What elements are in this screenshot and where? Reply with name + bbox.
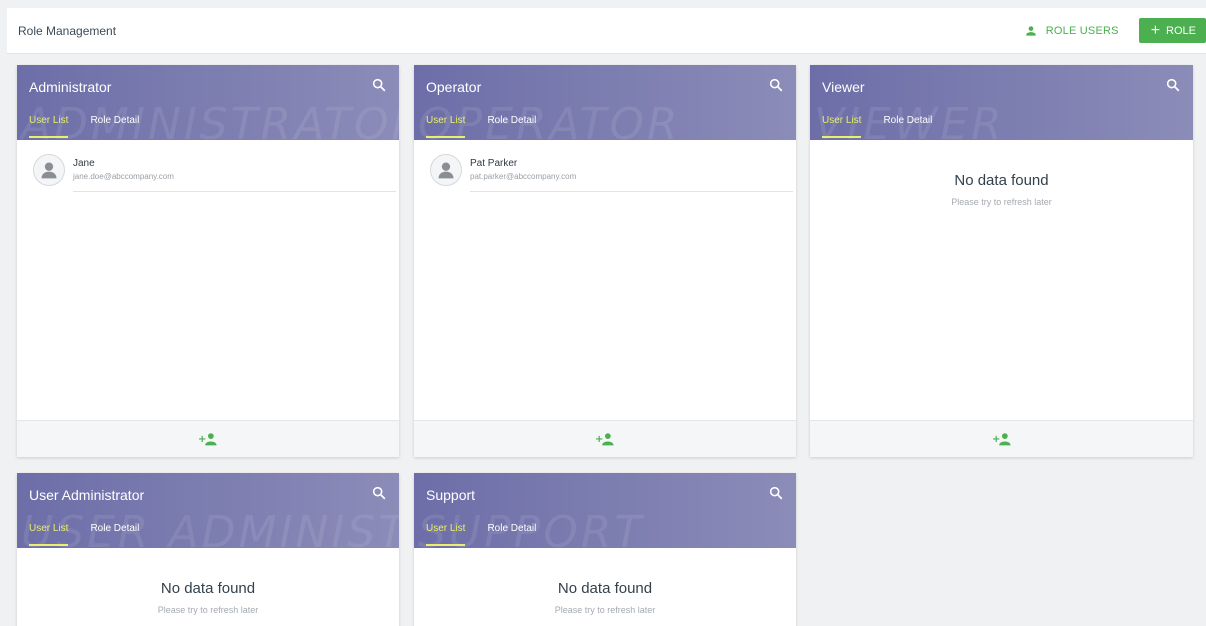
role-users-label: ROLE USERS — [1045, 24, 1119, 37]
role-title: User Administrator — [29, 487, 145, 503]
role-card-support: SUPPORT Support User List Role Detail No… — [414, 473, 796, 626]
role-card-header: ADMINISTRATOR Administrator User List Ro… — [17, 65, 399, 140]
role-tabs: User List Role Detail — [29, 523, 139, 546]
role-users-button[interactable]: ROLE USERS — [1024, 24, 1119, 38]
card-footer: + — [17, 420, 399, 457]
role-title: Administrator — [29, 79, 112, 95]
empty-title: No data found — [557, 580, 653, 597]
plus-icon: + — [1150, 21, 1161, 39]
divider — [470, 191, 793, 192]
tab-user-list[interactable]: User List — [426, 115, 466, 138]
empty-subtitle: Please try to refresh later — [157, 605, 259, 615]
role-card-header: USER ADMINISTRATOR User Administrator Us… — [17, 473, 399, 548]
role-card-header: SUPPORT Support User List Role Detail — [414, 473, 796, 548]
header-actions: ROLE USERS + ROLE — [1024, 8, 1206, 53]
role-tabs: User List Role Detail — [29, 115, 139, 138]
role-card-user-administrator: USER ADMINISTRATOR User Administrator Us… — [17, 473, 399, 626]
card-footer: + — [414, 420, 796, 457]
role-title: Operator — [426, 79, 482, 95]
person-add-icon[interactable]: + — [595, 432, 615, 446]
search-icon[interactable] — [768, 77, 784, 93]
empty-subtitle: Please try to refresh later — [951, 197, 1052, 207]
svg-text:+: + — [595, 434, 603, 445]
user-list-item[interactable]: Pat Parker pat.parker@abccompany.com — [414, 140, 796, 192]
card-footer: + — [810, 420, 1193, 457]
search-icon[interactable] — [768, 485, 784, 501]
role-card-viewer: VIEWER Viewer User List Role Detail No d… — [810, 65, 1193, 457]
user-name: Pat Parker — [470, 158, 518, 169]
role-card-operator: OPERATOR Operator User List Role Detail … — [414, 65, 796, 457]
role-title: Viewer — [822, 79, 865, 95]
search-icon[interactable] — [1165, 77, 1181, 93]
top-bar: Role Management ROLE USERS + ROLE — [7, 8, 1206, 54]
person-add-icon[interactable]: + — [198, 432, 218, 446]
user-info: Pat Parker pat.parker@abccompany.com — [470, 158, 576, 181]
user-email: jane.doe@abccompany.com — [73, 172, 174, 181]
role-title: Support — [426, 487, 476, 503]
svg-text:+: + — [198, 434, 206, 445]
role-card-header: OPERATOR Operator User List Role Detail — [414, 65, 796, 140]
avatar-placeholder-icon — [430, 154, 462, 186]
user-list-item[interactable]: Jane jane.doe@abccompany.com — [17, 140, 399, 192]
tab-role-detail[interactable]: Role Detail — [90, 115, 139, 138]
role-card-header: VIEWER Viewer User List Role Detail — [810, 65, 1193, 140]
tab-user-list[interactable]: User List — [29, 115, 69, 138]
empty-subtitle: Please try to refresh later — [554, 605, 656, 615]
person-add-icon[interactable]: + — [992, 432, 1012, 446]
tab-role-detail[interactable]: Role Detail — [487, 523, 536, 546]
tab-user-list[interactable]: User List — [822, 115, 862, 138]
search-icon[interactable] — [371, 77, 387, 93]
role-card-administrator: ADMINISTRATOR Administrator User List Ro… — [17, 65, 399, 457]
tab-user-list[interactable]: User List — [29, 523, 69, 546]
page-title: Role Management — [18, 23, 117, 38]
add-role-label: ROLE — [1166, 24, 1196, 37]
empty-title: No data found — [954, 172, 1049, 189]
user-email: pat.parker@abccompany.com — [470, 172, 577, 181]
role-tabs: User List Role Detail — [426, 115, 536, 138]
avatar-placeholder-icon — [33, 154, 65, 186]
tab-user-list[interactable]: User List — [426, 523, 466, 546]
tab-role-detail[interactable]: Role Detail — [487, 115, 536, 138]
empty-state: No data found Please try to refresh late… — [17, 548, 399, 615]
divider — [73, 191, 396, 192]
empty-title: No data found — [160, 580, 256, 597]
user-info: Jane jane.doe@abccompany.com — [73, 158, 174, 181]
add-role-button[interactable]: + ROLE — [1138, 18, 1206, 43]
empty-state: No data found Please try to refresh late… — [810, 140, 1193, 207]
user-name: Jane — [73, 158, 95, 169]
tab-role-detail[interactable]: Role Detail — [90, 523, 139, 546]
role-tabs: User List Role Detail — [426, 523, 536, 546]
role-tabs: User List Role Detail — [822, 115, 932, 138]
empty-state: No data found Please try to refresh late… — [414, 548, 796, 615]
tab-role-detail[interactable]: Role Detail — [883, 115, 932, 138]
svg-text:+: + — [992, 434, 1000, 445]
search-icon[interactable] — [371, 485, 387, 501]
person-icon — [1026, 25, 1036, 36]
